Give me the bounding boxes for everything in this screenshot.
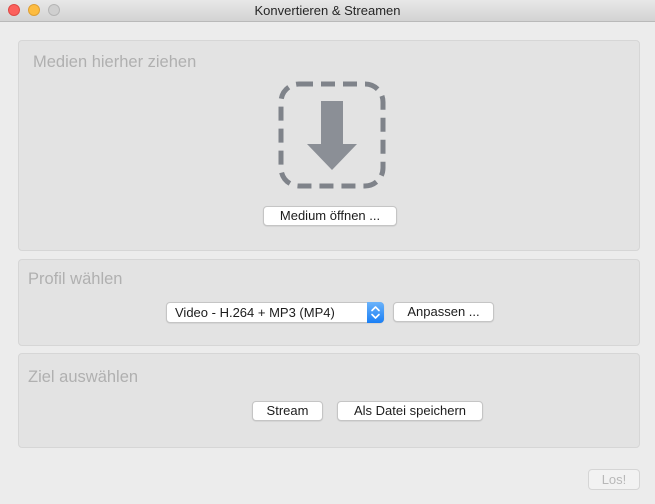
select-arrows-icon [367, 302, 384, 323]
profile-panel-heading: Profil wählen [28, 270, 123, 288]
adjust-profile-button[interactable]: Anpassen ... [393, 302, 494, 322]
media-panel-heading: Medien hierher ziehen [33, 53, 197, 71]
drop-arrow-icon [278, 81, 386, 189]
convert-stream-window: Konvertieren & Streamen Medien hierher z… [0, 0, 655, 504]
destination-panel: Ziel auswählen Stream Als Datei speicher… [18, 353, 640, 448]
stream-button[interactable]: Stream [252, 401, 323, 421]
media-drop-panel[interactable]: Medien hierher ziehen Medium öffnen ... [18, 40, 640, 251]
profile-panel: Profil wählen Video - H.264 + MP3 (MP4) … [18, 259, 640, 346]
profile-select[interactable]: Video - H.264 + MP3 (MP4) [166, 302, 384, 323]
title-bar[interactable]: Konvertieren & Streamen [0, 0, 655, 22]
profile-select-value: Video - H.264 + MP3 (MP4) [175, 305, 335, 320]
open-media-button[interactable]: Medium öffnen ... [263, 206, 397, 226]
save-as-file-button[interactable]: Als Datei speichern [337, 401, 483, 421]
window-title: Konvertieren & Streamen [254, 3, 401, 18]
destination-panel-heading: Ziel auswählen [28, 368, 139, 386]
media-drop-zone[interactable] [277, 80, 387, 190]
go-button[interactable]: Los! [588, 469, 640, 490]
